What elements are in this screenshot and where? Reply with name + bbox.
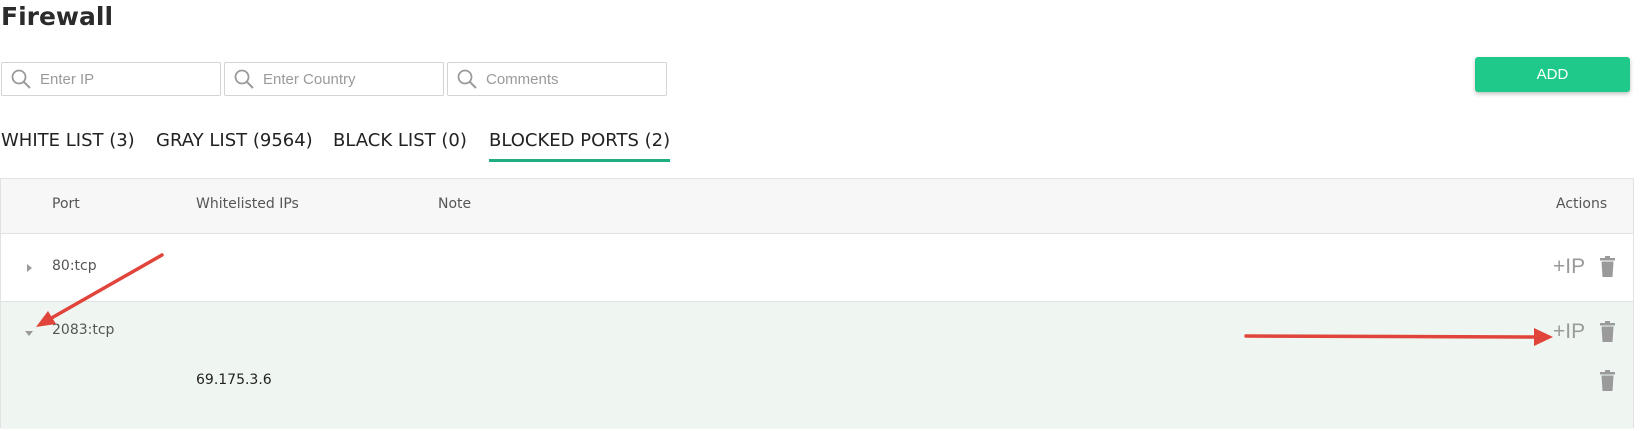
ip-search-input[interactable] bbox=[38, 69, 198, 89]
caret-down-icon[interactable] bbox=[25, 329, 33, 337]
tab-gray-list[interactable]: GRAY LIST (9564) bbox=[156, 130, 313, 159]
table-header: Port Whitelisted IPs Note Actions bbox=[1, 179, 1633, 234]
country-search-field[interactable] bbox=[224, 62, 444, 96]
column-header-actions: Actions bbox=[1556, 196, 1608, 212]
search-icon bbox=[11, 69, 31, 89]
add-ip-button[interactable]: +IP bbox=[1553, 320, 1585, 344]
country-search-input[interactable] bbox=[261, 69, 421, 89]
column-header-note: Note bbox=[438, 196, 472, 212]
add-button[interactable]: ADD bbox=[1475, 57, 1630, 92]
blocked-ports-table: Port Whitelisted IPs Note Actions 80:tcp… bbox=[0, 178, 1634, 429]
table-row[interactable]: 80:tcp +IP bbox=[1, 234, 1633, 302]
table-row-expanded[interactable]: 2083:tcp +IP 69.175.3.6 bbox=[1, 302, 1633, 429]
search-icon bbox=[234, 69, 254, 89]
tab-white-list[interactable]: WHITE LIST (3) bbox=[1, 130, 135, 159]
tab-black-list[interactable]: BLACK LIST (0) bbox=[333, 130, 467, 159]
column-header-whitelisted-ips: Whitelisted IPs bbox=[196, 196, 299, 212]
ip-search-field[interactable] bbox=[1, 62, 221, 96]
search-icon bbox=[457, 69, 477, 89]
page-title: Firewall bbox=[1, 2, 114, 31]
trash-icon[interactable] bbox=[1599, 370, 1616, 391]
caret-right-icon[interactable] bbox=[25, 264, 33, 272]
add-ip-button[interactable]: +IP bbox=[1553, 255, 1585, 279]
comments-search-input[interactable] bbox=[484, 69, 644, 89]
trash-icon[interactable] bbox=[1599, 321, 1616, 342]
column-header-port: Port bbox=[52, 196, 80, 212]
port-cell: 2083:tcp bbox=[52, 322, 115, 338]
comments-search-field[interactable] bbox=[447, 62, 667, 96]
tab-blocked-ports[interactable]: BLOCKED PORTS (2) bbox=[489, 130, 671, 162]
trash-icon[interactable] bbox=[1599, 256, 1616, 277]
port-cell: 80:tcp bbox=[52, 258, 97, 274]
whitelisted-ip-cell: 69.175.3.6 bbox=[196, 372, 272, 388]
